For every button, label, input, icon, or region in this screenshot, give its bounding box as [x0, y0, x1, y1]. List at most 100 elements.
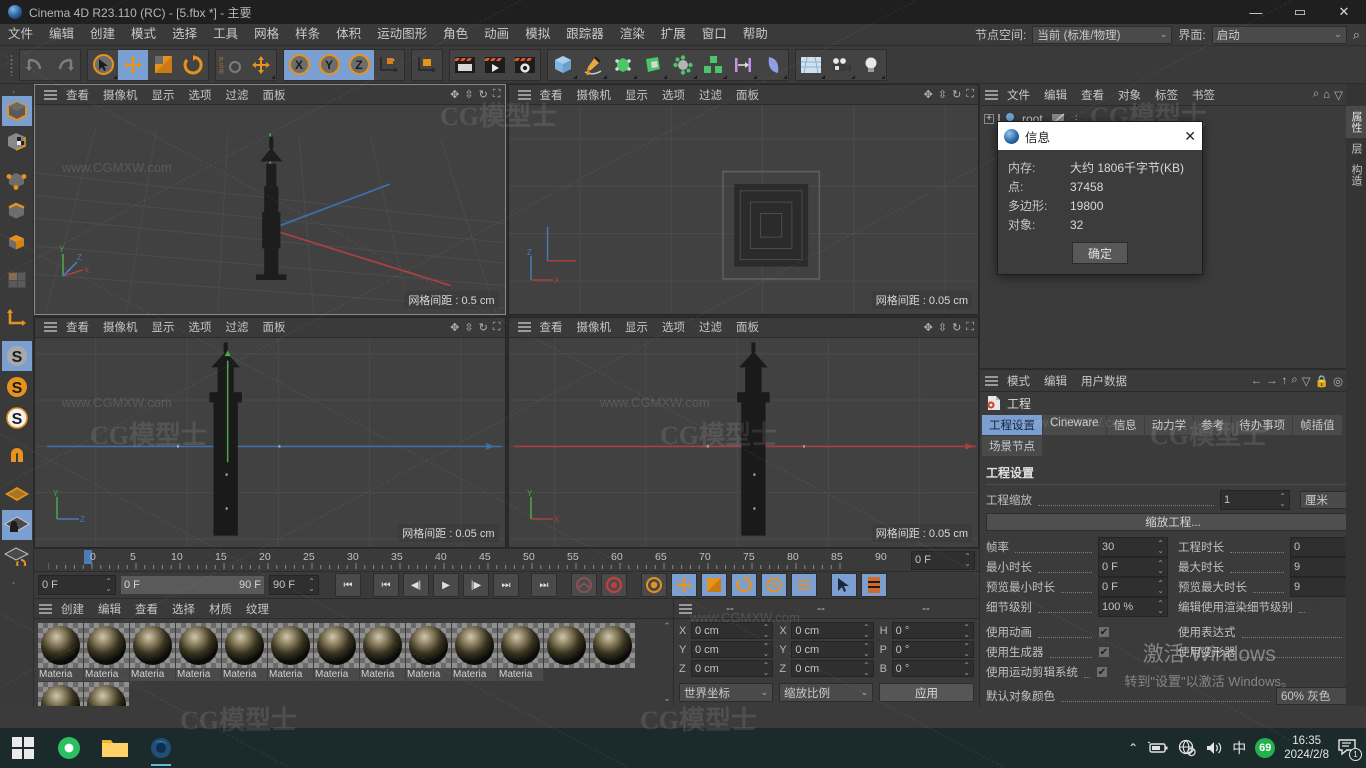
filter-icon[interactable]: ▽ — [1334, 88, 1343, 102]
select-tool-button[interactable] — [88, 50, 118, 80]
render-settings-button[interactable] — [510, 50, 540, 80]
viewport-menu-display[interactable]: 显示 — [618, 319, 655, 335]
redo-button[interactable] — [50, 50, 80, 80]
menu-item-mograph[interactable]: 运动图形 — [369, 24, 435, 45]
stepper-icon[interactable]: ⌃ ⌄ — [963, 661, 970, 676]
tab-frame-interpolation[interactable]: 帧插值 — [1293, 415, 1342, 435]
go-to-end-button[interactable]: ⏭ — [531, 573, 557, 598]
vtab-structure[interactable]: 构造 — [1346, 159, 1366, 191]
lock-icon[interactable]: 🔒 — [1315, 374, 1329, 388]
object-menu-bookmark[interactable]: 书签 — [1185, 87, 1222, 103]
layout-dropdown[interactable]: 启动 ⌄ — [1211, 25, 1347, 44]
rotate-tool-button[interactable] — [178, 50, 208, 80]
stepper-icon[interactable]: ⌃ ⌄ — [1157, 560, 1164, 575]
viewport-menu-icon[interactable] — [39, 89, 57, 100]
viewport-perspective[interactable]: 查看 摄像机 显示 选项 过滤 面板 ✥ ⇳ ↻ ⛶ Y X Z 网格间距: … — [34, 84, 506, 315]
viewport-menu-panel[interactable]: 面板 — [729, 87, 766, 103]
viewport-menu-filter[interactable]: 过滤 — [219, 319, 256, 335]
minimize-button[interactable]: — — [1234, 0, 1278, 24]
viewport-menu-filter[interactable]: 过滤 — [692, 87, 729, 103]
attribute-menu-mode[interactable]: 模式 — [1000, 373, 1037, 389]
viewport-menu-icon[interactable] — [513, 89, 531, 100]
attribute-menu-userdata[interactable]: 用户数据 — [1074, 373, 1134, 389]
point-mode-button[interactable] — [2, 165, 32, 195]
timeline-settings-button[interactable] — [861, 573, 887, 598]
axis-z-toggle[interactable]: Z — [344, 49, 374, 80]
viewport-menu-filter[interactable]: 过滤 — [219, 87, 256, 103]
viewport-menu-camera[interactable]: 摄像机 — [570, 319, 619, 335]
render-view-button[interactable] — [450, 50, 480, 80]
toolbar-drag-handle[interactable] — [10, 50, 19, 80]
stepper-icon[interactable]: ⌃ ⌄ — [763, 623, 770, 638]
record-active-objects-button[interactable] — [571, 573, 597, 598]
viewport-menu-options[interactable]: 选项 — [655, 319, 692, 335]
viewport-maximize-icon[interactable]: ⛶ — [966, 88, 974, 101]
move-tool-button[interactable] — [118, 49, 148, 80]
fps-field[interactable]: 30 ⌃ ⌄ — [1098, 537, 1168, 557]
scroll-down-icon[interactable]: ⌄ — [663, 693, 671, 704]
preview-min-field[interactable]: 0 F ⌃ ⌄ — [1098, 577, 1168, 597]
scale-project-button[interactable]: 缩放工程... — [986, 513, 1360, 531]
workplane-button[interactable] — [2, 479, 32, 509]
stepper-icon[interactable]: ⌃ ⌄ — [763, 661, 770, 676]
node-space-dropdown[interactable]: 当前 (标准/物理) ⌄ — [1032, 25, 1173, 44]
current-frame-field[interactable]: 0 F ⌃ ⌄ — [38, 575, 116, 596]
tab-cineware[interactable]: Cineware — [1043, 415, 1106, 435]
volume-icon[interactable] — [1205, 740, 1223, 756]
stepper-icon[interactable]: ⌃ ⌄ — [308, 578, 315, 593]
min-time-field[interactable]: 0 F ⌃ ⌄ — [1098, 557, 1168, 577]
apply-button[interactable]: 应用 — [879, 683, 974, 702]
material-menu-create[interactable]: 创建 — [54, 601, 91, 617]
menu-item-tracker[interactable]: 跟踪器 — [558, 24, 612, 45]
menu-item-render[interactable]: 渲染 — [612, 24, 653, 45]
polygon-mode-button[interactable] — [2, 227, 32, 257]
ime-indicator[interactable]: 中 — [1232, 738, 1246, 758]
mograph-button[interactable] — [668, 50, 698, 80]
viewport-menu-filter[interactable]: 过滤 — [692, 319, 729, 335]
undo-button[interactable] — [20, 50, 50, 80]
edge-mode-button[interactable] — [2, 196, 32, 226]
material-menu-select[interactable]: 选择 — [165, 601, 202, 617]
coordinate-menu-icon[interactable] — [674, 603, 692, 614]
object-menu-view[interactable]: 查看 — [1074, 87, 1111, 103]
object-menu-object[interactable]: 对象 — [1111, 87, 1148, 103]
coord-size-x[interactable]: X 0 cm ⌃ ⌄ — [779, 622, 874, 639]
material-item[interactable] — [544, 623, 589, 681]
tab-info[interactable]: 信息 — [1106, 415, 1144, 435]
viewport-perspective-canvas[interactable]: Y X Z — [35, 105, 505, 314]
go-to-start-button[interactable]: ⏮ — [335, 573, 361, 598]
use-generator-checkbox[interactable]: ✔ — [1098, 646, 1110, 658]
back-icon[interactable]: ← — [1251, 375, 1263, 387]
material-menu-icon[interactable] — [34, 603, 52, 614]
snap-settings-button[interactable]: S — [2, 372, 32, 402]
material-menu-edit[interactable]: 编辑 — [91, 601, 128, 617]
project-scale-field[interactable]: 1 ⌃ ⌄ — [1220, 490, 1290, 510]
model-mode-button[interactable] — [1, 96, 32, 126]
notification-center-icon[interactable]: 1 — [1338, 739, 1362, 761]
viewport-menu-camera[interactable]: 摄像机 — [96, 319, 145, 335]
autokeying-button[interactable] — [601, 573, 627, 598]
taskbar-file-explorer-icon[interactable] — [92, 728, 138, 768]
material-menu-view[interactable]: 查看 — [128, 601, 165, 617]
battery-icon[interactable] — [1147, 741, 1169, 755]
lock-workplane-button[interactable] — [1, 510, 32, 540]
next-key-button[interactable]: ⏭ — [493, 573, 519, 598]
material-item[interactable] — [38, 682, 83, 706]
environment-button[interactable] — [796, 50, 826, 80]
camera-button[interactable] — [826, 50, 856, 80]
viewport-maximize-icon[interactable]: ⛶ — [493, 88, 501, 101]
object-menu-tag[interactable]: 标签 — [1148, 87, 1185, 103]
stepper-icon[interactable]: ⌃ ⌄ — [763, 642, 770, 657]
key-rotation-button[interactable] — [731, 573, 757, 598]
coordinate-mode-dropdown[interactable]: 缩放比例 ⌄ — [779, 683, 873, 702]
viewport-menu-view[interactable]: 查看 — [59, 87, 96, 103]
material-item[interactable]: Materia — [130, 623, 175, 681]
material-menu-material[interactable]: 材质 — [202, 601, 239, 617]
key-position-button[interactable] — [671, 573, 697, 598]
menu-item-simulate[interactable]: 模拟 — [517, 24, 558, 45]
viewport-pan-icon[interactable]: ✥ — [450, 321, 459, 334]
timeline-ruler[interactable]: 0 5 10 15 20 25 30 35 40 45 50 55 60 65 … — [34, 547, 979, 572]
viewport-menu-camera[interactable]: 摄像机 — [570, 87, 619, 103]
viewport-maximize-icon[interactable]: ⛶ — [966, 321, 974, 334]
prev-key-button[interactable]: ⏮ — [373, 573, 399, 598]
